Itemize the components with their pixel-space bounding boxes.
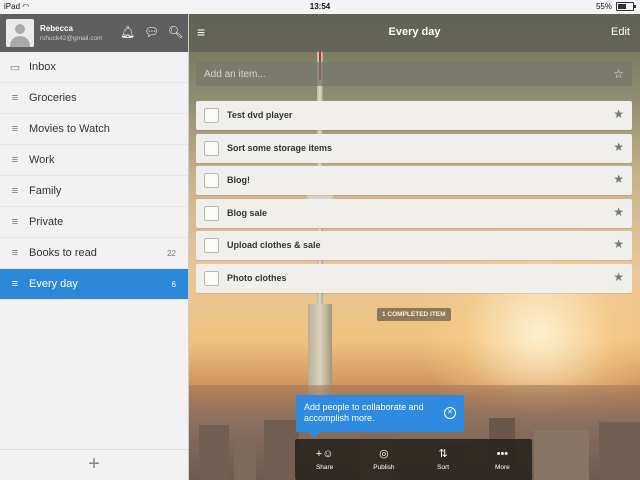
- sort-label: Sort: [437, 464, 450, 471]
- sidebar-item-every-day[interactable]: ≡ Every day 6: [0, 269, 188, 300]
- account-email: rshuck42@gmail.com: [40, 35, 103, 42]
- list-icon: ≡: [11, 154, 19, 166]
- task-row[interactable]: Sort some storage items ★: [196, 133, 632, 163]
- task-label: Sort some storage items: [227, 142, 333, 153]
- task-checkbox[interactable]: [204, 108, 219, 123]
- publish-button[interactable]: ◎ Publish: [354, 439, 413, 480]
- add-item-bar: ☆: [196, 62, 632, 86]
- star-outline-icon[interactable]: ☆: [613, 67, 624, 81]
- account-header[interactable]: Rebecca rshuck42@gmail.com 🔔︎ 💬︎ 🔍︎: [0, 14, 188, 52]
- task-row[interactable]: Blog! ★: [196, 166, 632, 195]
- sidebar-item-family[interactable]: ≡ Family: [0, 176, 188, 207]
- globe-icon: ◎: [379, 448, 389, 460]
- sort-button[interactable]: ⇅ Sort: [414, 439, 473, 480]
- status-bar: iPad ◠ 13:54 55%: [0, 0, 640, 14]
- sidebar-item-private[interactable]: ≡ Private: [0, 207, 188, 238]
- sidebar-item-label: Groceries: [29, 92, 77, 104]
- add-item-input[interactable]: [196, 62, 612, 86]
- sidebar-item-inbox[interactable]: ▭ Inbox: [0, 52, 188, 83]
- sidebar-item-count: 6: [171, 279, 176, 289]
- star-icon[interactable]: ★: [613, 107, 624, 121]
- sidebar-item-label: Books to read: [29, 247, 97, 259]
- task-checkbox[interactable]: [204, 270, 219, 286]
- list-icon: ≡: [11, 278, 19, 290]
- sidebar: Rebecca rshuck42@gmail.com 🔔︎ 💬︎ 🔍︎ ▭ In…: [0, 14, 189, 480]
- task-row[interactable]: Upload clothes & sale ★: [196, 231, 632, 260]
- list-icon: ≡: [11, 216, 19, 228]
- task-label: Blog sale: [227, 207, 268, 218]
- sidebar-item-count: 22: [167, 248, 176, 258]
- sidebar-item-work[interactable]: ≡ Work: [0, 145, 188, 176]
- inbox-icon: ▭: [9, 61, 21, 74]
- search-icon[interactable]: 🔍︎: [168, 24, 183, 40]
- star-icon[interactable]: ★: [613, 172, 624, 186]
- task-checkbox[interactable]: [204, 140, 219, 156]
- list-icon: ≡: [11, 92, 19, 104]
- account-name: Rebecca: [40, 24, 73, 33]
- task-checkbox[interactable]: [204, 205, 219, 221]
- list-header: ≡ Every day Edit: [189, 14, 640, 52]
- sidebar-item-label: Private: [29, 216, 64, 228]
- avatar[interactable]: [6, 19, 34, 47]
- task-row[interactable]: Test dvd player ★: [196, 101, 632, 130]
- star-icon[interactable]: ★: [613, 140, 624, 154]
- battery-percent: 55%: [595, 2, 612, 11]
- task-row[interactable]: Blog sale ★: [196, 198, 632, 228]
- task-label: Upload clothes & sale: [227, 240, 321, 250]
- task-label: Test dvd player: [227, 110, 293, 120]
- more-label: More: [494, 464, 510, 471]
- sidebar-item-label: Work: [29, 154, 55, 166]
- status-right: 55%: [595, 2, 636, 11]
- list-title: Every day: [388, 26, 441, 38]
- edit-button[interactable]: Edit: [611, 26, 630, 38]
- status-time: 13:54: [309, 2, 331, 11]
- more-dots-icon: •••: [496, 448, 509, 460]
- bell-icon[interactable]: 🔔︎: [120, 24, 135, 40]
- task-label: Blog!: [227, 175, 250, 185]
- chat-bubble-icon[interactable]: 💬︎: [144, 24, 159, 40]
- main-panel: ≡ Every day Edit ☆ Test dvd player ★ Sor…: [189, 14, 640, 480]
- add-list-button[interactable]: +: [0, 449, 188, 480]
- share-label: Share: [315, 464, 334, 471]
- sidebar-item-label: Movies to Watch: [29, 123, 110, 135]
- account-actions: 🔔︎ 💬︎ 🔍︎: [120, 24, 183, 40]
- sidebar-item-groceries[interactable]: ≡ Groceries: [0, 83, 188, 114]
- share-button[interactable]: +☺ Share: [295, 439, 354, 480]
- star-icon[interactable]: ★: [613, 270, 624, 284]
- sidebar-item-label: Inbox: [29, 61, 56, 73]
- battery-icon: [616, 2, 636, 11]
- task-row[interactable]: Photo clothes ★: [196, 263, 632, 293]
- task-list: Test dvd player ★ Sort some storage item…: [196, 101, 632, 296]
- sidebar-item-movies-to-watch[interactable]: ≡ Movies to Watch: [0, 114, 188, 145]
- collaborate-tooltip: Add people to collaborate and accomplish…: [296, 395, 464, 438]
- task-checkbox[interactable]: [204, 173, 219, 188]
- task-label: Photo clothes: [227, 272, 287, 283]
- sidebar-item-label: Every day: [29, 278, 78, 290]
- sidebar-item-books-to-read[interactable]: ≡ Books to read 22: [0, 238, 188, 269]
- account-info: Rebecca rshuck42@gmail.com: [40, 24, 103, 42]
- task-checkbox[interactable]: [204, 238, 219, 253]
- sort-icon: ⇅: [438, 448, 448, 460]
- list-toolbar: +☺ Share ◎ Publish ⇅ Sort ••• More: [295, 439, 532, 480]
- tooltip-arrow: [308, 432, 320, 438]
- star-icon[interactable]: ★: [613, 205, 624, 219]
- list-icon: ≡: [11, 185, 19, 197]
- list-icon: ≡: [11, 247, 19, 259]
- add-person-icon: +☺: [315, 448, 334, 460]
- close-icon[interactable]: ✕: [444, 407, 456, 419]
- sidebar-item-label: Family: [29, 185, 62, 197]
- tooltip-text: Add people to collaborate and accomplish…: [304, 402, 424, 423]
- more-button[interactable]: ••• More: [473, 439, 532, 480]
- completed-items-button[interactable]: 1 COMPLETED ITEM: [377, 308, 451, 321]
- star-icon[interactable]: ★: [613, 237, 624, 251]
- publish-label: Publish: [373, 464, 395, 471]
- list-icon: ≡: [11, 123, 19, 135]
